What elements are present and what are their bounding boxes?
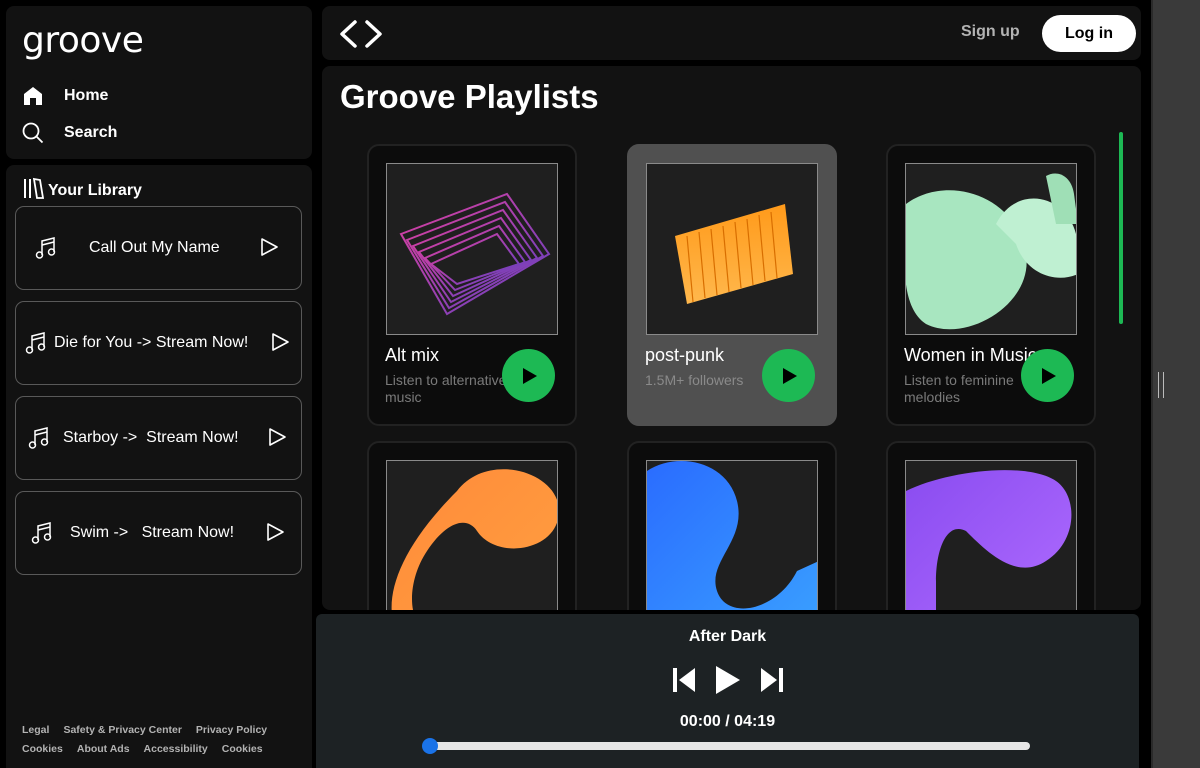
play-icon[interactable] bbox=[259, 237, 279, 262]
playlist-name: post-punk bbox=[645, 345, 725, 365]
music-note-icon bbox=[27, 426, 51, 455]
library-item[interactable]: Die for You -> Stream Now! bbox=[15, 301, 302, 385]
playback-controls bbox=[672, 664, 784, 701]
playlist-cover bbox=[905, 163, 1077, 335]
music-note-icon bbox=[34, 236, 58, 265]
playlist-card[interactable] bbox=[886, 441, 1096, 610]
play-icon[interactable] bbox=[267, 427, 287, 452]
play-button[interactable] bbox=[762, 349, 815, 402]
search-icon bbox=[22, 122, 44, 144]
playlist-name: Alt mix bbox=[385, 345, 439, 365]
app: groove Home Search Your Library Call Out… bbox=[0, 0, 1200, 768]
footer-link[interactable]: Cookies bbox=[22, 743, 63, 755]
library-item-title: Swim -> Stream Now! bbox=[70, 524, 235, 541]
library-item[interactable]: Swim -> Stream Now! bbox=[15, 491, 302, 575]
nav-search[interactable]: Search bbox=[22, 119, 117, 147]
your-library-label: Your Library bbox=[48, 181, 142, 199]
groove-logo[interactable]: groove bbox=[22, 20, 144, 61]
footer-link[interactable]: Accessibility bbox=[144, 743, 208, 755]
nav-search-label: Search bbox=[64, 124, 118, 141]
sidebar-nav-panel: groove Home Search bbox=[6, 6, 312, 159]
library-item[interactable]: Call Out My Name bbox=[15, 206, 302, 290]
playlist-cover bbox=[646, 460, 818, 610]
play-icon[interactable] bbox=[270, 332, 290, 357]
library-item-title: Die for You -> Stream Now! bbox=[54, 334, 249, 351]
play-icon bbox=[522, 367, 537, 384]
music-note-icon bbox=[30, 521, 54, 550]
playlist-card[interactable]: post-punk 1.5M+ followers bbox=[627, 144, 837, 426]
footer-link[interactable]: Legal bbox=[22, 724, 49, 736]
footer-link[interactable]: Safety & Privacy Center bbox=[63, 724, 181, 736]
playlist-card[interactable] bbox=[367, 441, 577, 610]
playlist-card[interactable]: Women in Music Listen to feminine melodi… bbox=[886, 144, 1096, 426]
playlist-cover bbox=[386, 460, 558, 610]
library-item[interactable]: Starboy -> Stream Now! bbox=[15, 396, 302, 480]
progress-knob[interactable] bbox=[422, 738, 438, 754]
playlist-description: Listen to feminine melodies bbox=[904, 372, 1014, 405]
footer-link[interactable]: Cookies bbox=[222, 743, 263, 755]
music-note-icon bbox=[24, 331, 48, 360]
footer-link[interactable]: Privacy Policy bbox=[196, 724, 267, 736]
your-library-header[interactable]: Your Library bbox=[22, 177, 142, 204]
playlist-cover bbox=[386, 163, 558, 335]
code-brackets-icon[interactable] bbox=[338, 18, 384, 55]
library-item-title: Call Out My Name bbox=[89, 239, 220, 256]
play-button[interactable] bbox=[502, 349, 555, 402]
now-playing-title: After Dark bbox=[688, 628, 767, 645]
playback-time: 00:00 / 04:19 bbox=[679, 713, 776, 730]
footer-links-row-2: Cookies About Ads Accessibility Cookies bbox=[22, 743, 263, 755]
page-title: Groove Playlists bbox=[340, 78, 599, 115]
play-icon[interactable] bbox=[714, 664, 742, 701]
player-bar: After Dark 00:00 / 04:19 bbox=[316, 614, 1139, 768]
play-icon bbox=[782, 367, 797, 384]
footer-links-row-1: Legal Safety & Privacy Center Privacy Po… bbox=[22, 724, 267, 736]
divider bbox=[1151, 0, 1153, 768]
log-in-button[interactable]: Log in bbox=[1042, 15, 1136, 52]
playlist-description: Listen to alternative music bbox=[385, 372, 507, 405]
nav-home-label: Home bbox=[64, 87, 109, 104]
playlist-cover bbox=[905, 460, 1077, 610]
playlist-name: Women in Music bbox=[904, 345, 1037, 365]
library-icon bbox=[22, 177, 45, 204]
playlist-description: 1.5M+ followers bbox=[645, 372, 744, 388]
nav-home[interactable]: Home bbox=[22, 82, 108, 110]
play-icon bbox=[1041, 367, 1056, 384]
play-icon[interactable] bbox=[265, 522, 285, 547]
resize-handle[interactable] bbox=[1158, 372, 1164, 398]
main-content: Groove Playlists Alt mix Listen to alter… bbox=[322, 66, 1141, 610]
progress-slider[interactable] bbox=[422, 738, 1030, 754]
top-bar: Sign up Log in bbox=[322, 6, 1141, 60]
previous-icon[interactable] bbox=[672, 666, 696, 699]
library-item-title: Starboy -> Stream Now! bbox=[63, 429, 239, 446]
playlist-card[interactable]: Alt mix Listen to alternative music bbox=[367, 144, 577, 426]
play-button[interactable] bbox=[1021, 349, 1074, 402]
next-icon[interactable] bbox=[760, 666, 784, 699]
playlist-card[interactable] bbox=[627, 441, 837, 610]
scrollbar[interactable] bbox=[1119, 132, 1123, 324]
library-panel: Your Library Call Out My Name Die for Yo… bbox=[6, 165, 312, 768]
playlist-cover bbox=[646, 163, 818, 335]
footer-link[interactable]: About Ads bbox=[77, 743, 130, 755]
home-icon bbox=[22, 85, 44, 107]
sign-up-link[interactable]: Sign up bbox=[961, 23, 1020, 41]
